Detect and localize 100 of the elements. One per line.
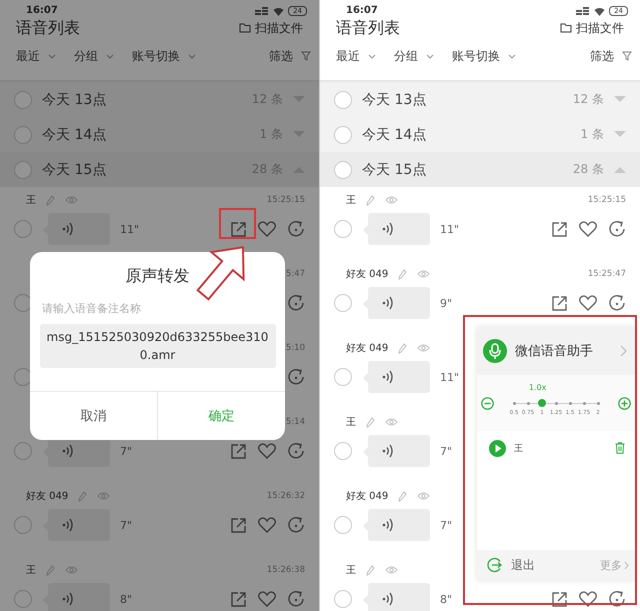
share-icon[interactable] bbox=[551, 294, 568, 312]
group-label: 今天 14点 bbox=[362, 126, 426, 144]
filter-button[interactable]: 筛选 bbox=[269, 48, 311, 64]
message-time: 5:10 bbox=[286, 343, 305, 353]
sound-wave-icon bbox=[382, 222, 394, 236]
heart-icon[interactable] bbox=[258, 443, 276, 459]
scan-files-button[interactable]: 扫描文件 bbox=[239, 20, 303, 36]
heart-icon[interactable] bbox=[579, 295, 597, 311]
sound-wave-icon bbox=[62, 222, 74, 236]
field-label: 请输入语音备注名称 bbox=[42, 301, 141, 316]
share-icon[interactable] bbox=[230, 516, 247, 534]
circular-arrow-icon[interactable] bbox=[287, 220, 305, 238]
triangle-down-icon bbox=[614, 96, 626, 103]
pencil-icon[interactable] bbox=[366, 416, 375, 428]
group-count: 1 条 bbox=[580, 126, 604, 143]
pencil-icon[interactable] bbox=[78, 490, 88, 502]
share-icon[interactable] bbox=[230, 442, 247, 460]
filter-dropdown[interactable]: 账号切换 bbox=[132, 48, 196, 64]
filter-dropdown[interactable]: 分组 bbox=[74, 48, 114, 64]
eye-icon[interactable] bbox=[417, 492, 430, 500]
share-icon[interactable] bbox=[551, 220, 568, 238]
group-label: 今天 13点 bbox=[42, 90, 106, 108]
filter-dropdown[interactable]: 分组 bbox=[394, 48, 434, 64]
voice-duration: 7" bbox=[120, 444, 132, 458]
group-row[interactable]: 今天 14点 1 条 bbox=[320, 117, 640, 152]
group-row[interactable]: 今天 13点 12 条 bbox=[320, 82, 640, 117]
share-icon[interactable] bbox=[230, 220, 247, 238]
group-label: 今天 15点 bbox=[362, 160, 426, 178]
sound-wave-icon bbox=[382, 444, 394, 458]
share-icon[interactable] bbox=[551, 590, 568, 608]
cancel-button[interactable]: 取消 bbox=[30, 392, 157, 440]
message-time: 15:26:32 bbox=[266, 491, 305, 501]
filter-button[interactable]: 筛选 bbox=[590, 48, 632, 64]
chevron-down-icon bbox=[368, 54, 376, 58]
eye-icon[interactable] bbox=[97, 492, 110, 500]
minus-icon[interactable] bbox=[481, 396, 494, 410]
circular-arrow-icon[interactable] bbox=[287, 368, 305, 386]
voice-duration: 7" bbox=[440, 444, 452, 458]
pencil-icon[interactable] bbox=[366, 564, 375, 576]
pencil-icon[interactable] bbox=[46, 564, 55, 576]
microphone-icon bbox=[483, 339, 507, 363]
scan-files-button[interactable]: 扫描文件 bbox=[560, 20, 624, 36]
sender-name: 王 bbox=[346, 194, 356, 207]
panel-header[interactable]: 微信语音助手 bbox=[477, 327, 635, 375]
circular-arrow-icon[interactable] bbox=[287, 516, 305, 534]
eye-icon[interactable] bbox=[385, 566, 398, 574]
pencil-icon[interactable] bbox=[46, 194, 55, 206]
eye-icon[interactable] bbox=[385, 418, 398, 426]
sender-name: 王 bbox=[346, 416, 356, 429]
sender-name: 王 bbox=[346, 564, 356, 577]
pencil-icon[interactable] bbox=[398, 342, 408, 354]
slider-thumb[interactable] bbox=[538, 399, 546, 407]
sender-name: 王 bbox=[26, 564, 36, 577]
chevron-down-icon bbox=[48, 54, 56, 58]
group-row[interactable]: 今天 15点 28 条 bbox=[320, 152, 640, 187]
play-icon[interactable] bbox=[489, 440, 506, 456]
chevron-down-icon bbox=[426, 54, 434, 58]
group-count: 12 条 bbox=[572, 91, 604, 108]
voice-duration: 11" bbox=[440, 370, 460, 384]
sound-wave-icon bbox=[62, 444, 74, 458]
eye-icon[interactable] bbox=[417, 270, 430, 278]
sound-wave-icon bbox=[62, 518, 74, 532]
eye-icon[interactable] bbox=[417, 344, 430, 352]
exit-button[interactable]: 退出 bbox=[487, 556, 535, 574]
status-time: 16:07 bbox=[26, 5, 58, 16]
plus-icon[interactable] bbox=[618, 396, 631, 410]
circular-arrow-icon[interactable] bbox=[608, 590, 626, 608]
message-time: 15:25:15 bbox=[588, 195, 626, 205]
heart-icon[interactable] bbox=[579, 221, 597, 237]
heart-icon[interactable] bbox=[258, 591, 276, 607]
trash-icon[interactable] bbox=[615, 442, 625, 454]
filter-icon bbox=[301, 51, 311, 61]
triangle-up-icon bbox=[614, 166, 626, 173]
circular-arrow-icon[interactable] bbox=[287, 294, 305, 312]
pencil-icon[interactable] bbox=[398, 268, 408, 280]
eye-icon[interactable] bbox=[65, 196, 78, 204]
circular-arrow-icon[interactable] bbox=[287, 442, 305, 460]
circular-arrow-icon[interactable] bbox=[608, 294, 626, 312]
message-time: 15:25:47 bbox=[588, 269, 626, 279]
share-icon[interactable] bbox=[230, 590, 247, 608]
pencil-icon[interactable] bbox=[398, 490, 408, 502]
eye-icon[interactable] bbox=[385, 196, 398, 204]
sender-name: 好友 049 bbox=[346, 490, 388, 503]
heart-icon[interactable] bbox=[258, 221, 276, 237]
panel-title: 微信语音助手 bbox=[515, 343, 593, 360]
filter-dropdown[interactable]: 最近 bbox=[16, 48, 56, 64]
speed-slider[interactable] bbox=[514, 399, 598, 407]
input-field[interactable]: msg_151525030920d633255bee3100.amr bbox=[40, 324, 276, 368]
heart-icon[interactable] bbox=[579, 591, 597, 607]
filter-dropdown[interactable]: 账号切换 bbox=[452, 48, 516, 64]
voice-duration: 9" bbox=[440, 296, 452, 310]
filter-dropdown[interactable]: 最近 bbox=[336, 48, 376, 64]
circular-arrow-icon[interactable] bbox=[608, 220, 626, 238]
heart-icon[interactable] bbox=[258, 517, 276, 533]
chevron-down-icon bbox=[188, 54, 196, 58]
triangle-down-icon bbox=[614, 131, 626, 138]
sound-wave-icon bbox=[382, 370, 394, 384]
circular-arrow-icon[interactable] bbox=[287, 590, 305, 608]
pencil-icon[interactable] bbox=[366, 194, 375, 206]
eye-icon[interactable] bbox=[65, 566, 78, 574]
